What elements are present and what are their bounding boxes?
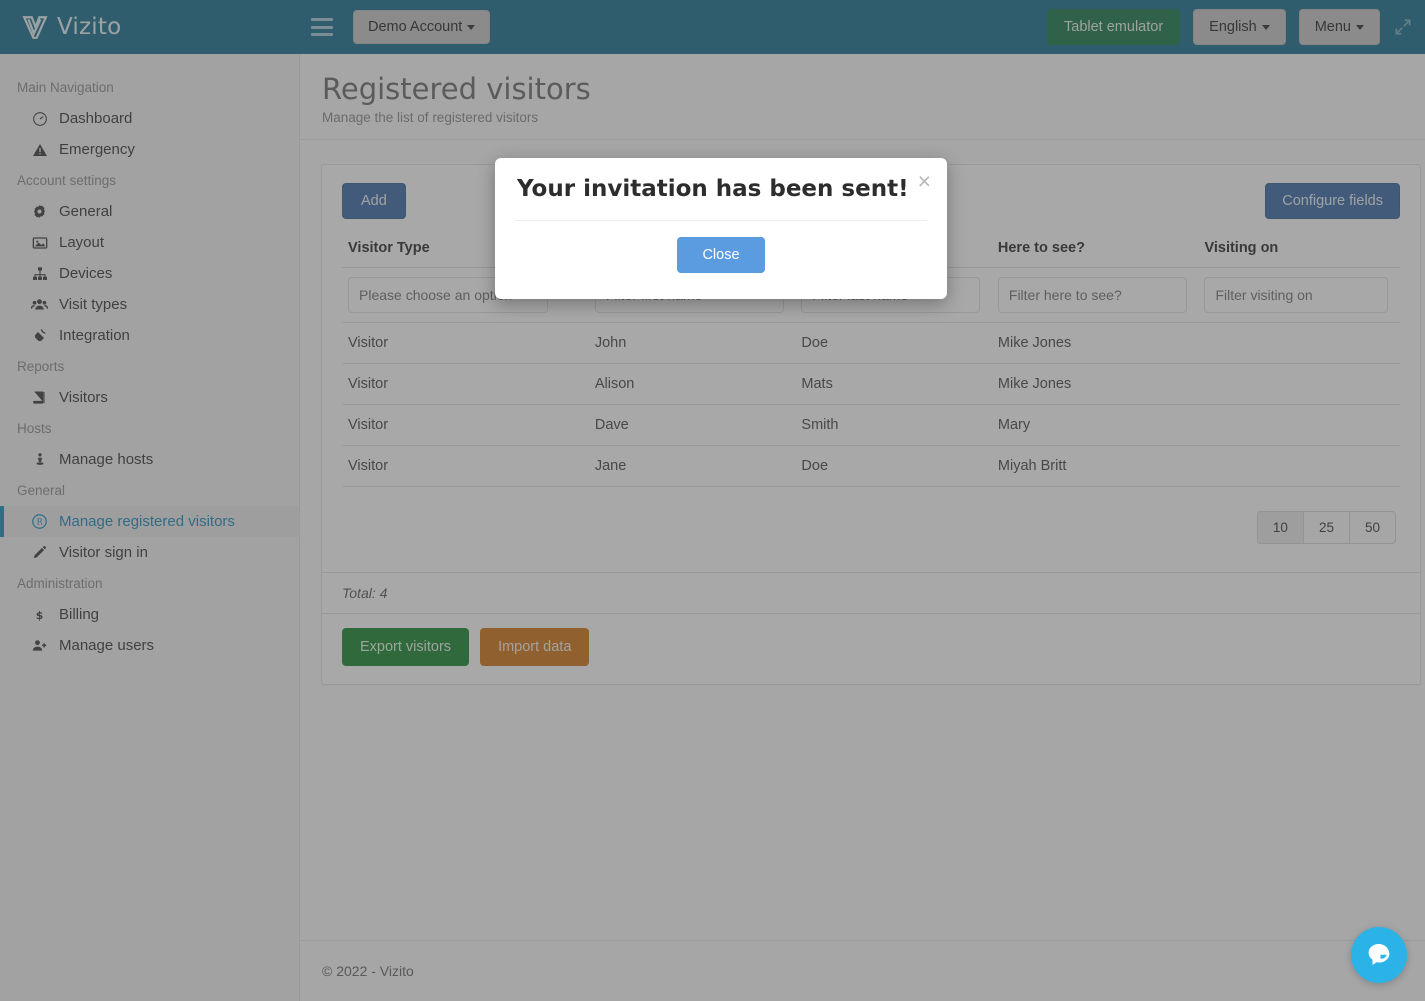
- chat-icon: [1364, 940, 1394, 970]
- modal-body: Close: [495, 221, 947, 299]
- modal-title: Your invitation has been sent!: [517, 176, 925, 202]
- close-icon[interactable]: ×: [918, 170, 931, 193]
- chat-bubble-icon[interactable]: [1351, 927, 1407, 983]
- invitation-sent-modal: Your invitation has been sent! × Close: [495, 158, 947, 299]
- modal-header: Your invitation has been sent! ×: [495, 158, 947, 202]
- modal-backdrop[interactable]: [0, 0, 1425, 1001]
- modal-close-button[interactable]: Close: [677, 237, 764, 273]
